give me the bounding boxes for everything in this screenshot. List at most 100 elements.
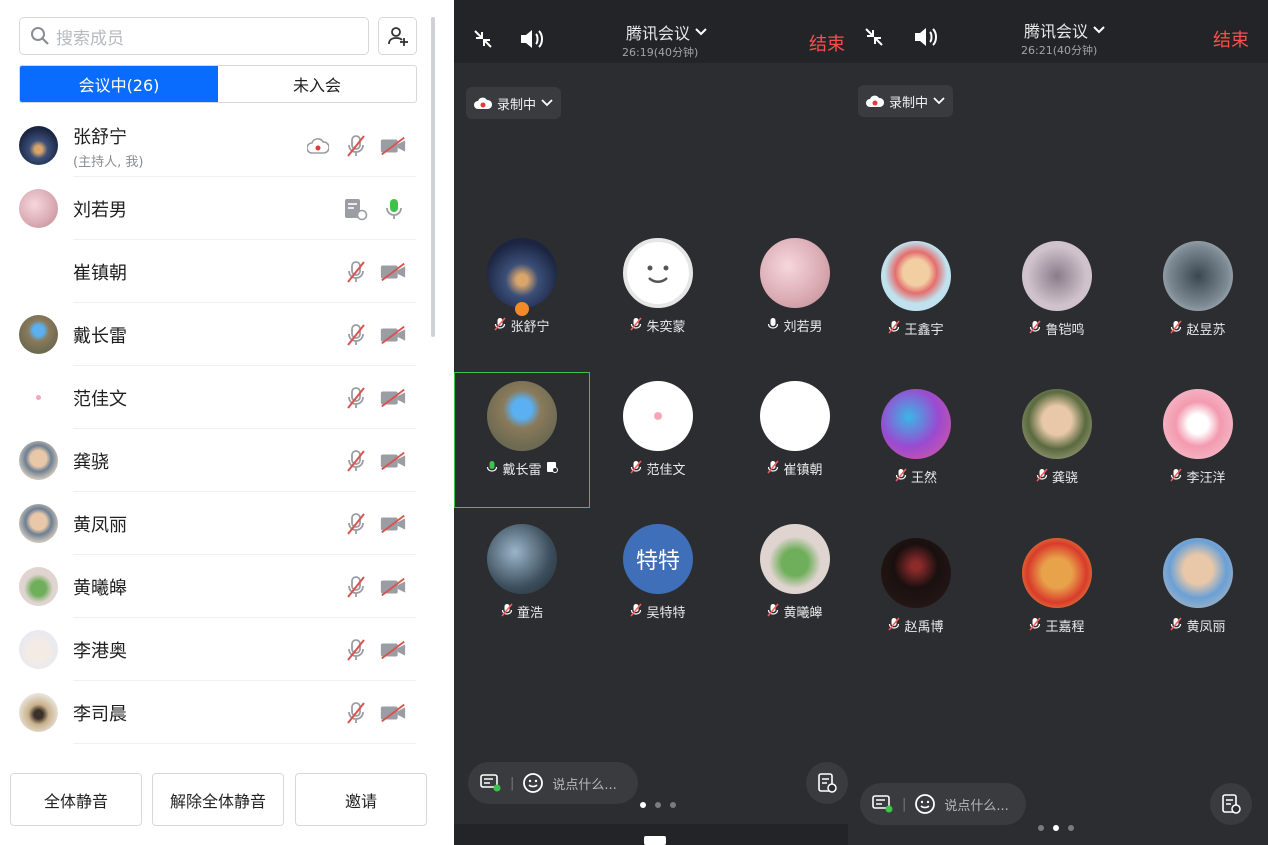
page-dot	[655, 802, 661, 808]
mic-muted-icon[interactable]	[342, 448, 370, 474]
camera-off-icon[interactable]	[379, 700, 407, 726]
chat-bar[interactable]: | 说点什么...	[468, 762, 638, 804]
participant-tile[interactable]: 崔镇朝	[727, 381, 848, 478]
search-icon	[31, 27, 49, 45]
mic-muted-icon[interactable]	[342, 637, 370, 663]
participant-label: 戴长雷	[455, 459, 589, 478]
participant-tile[interactable]: 张舒宁	[454, 238, 590, 335]
participant-name: 黄曦皞	[783, 606, 823, 621]
search-input[interactable]: 搜索成员	[19, 17, 369, 55]
camera-off-icon[interactable]	[379, 637, 407, 663]
mic-on-icon[interactable]	[380, 196, 408, 222]
participant-tile[interactable]: 王鑫宇	[848, 241, 984, 338]
camera-off-icon[interactable]	[379, 259, 407, 285]
participant-tile[interactable]: 李汪洋	[1130, 389, 1266, 486]
member-row[interactable]: 李港奥	[0, 618, 430, 681]
mic-muted-icon[interactable]	[342, 574, 370, 600]
camera-off-icon[interactable]	[379, 511, 407, 537]
member-row[interactable]: 刘若男	[0, 177, 430, 240]
add-user-button[interactable]	[378, 17, 417, 55]
participant-tile[interactable]: 童浩	[454, 524, 590, 621]
emoji-icon[interactable]	[522, 772, 544, 794]
mic-muted-icon[interactable]	[342, 322, 370, 348]
member-row[interactable]: 黄凤丽	[0, 492, 430, 555]
camera-off-icon[interactable]	[379, 574, 407, 600]
mic-muted-icon	[501, 603, 513, 621]
meeting-top-bar: 腾讯会议 26:21(40分钟) 结束	[848, 0, 1268, 63]
participant-tile[interactable]: 范佳文	[590, 381, 726, 478]
speaker-icon[interactable]	[519, 28, 545, 54]
camera-off-icon[interactable]	[379, 322, 407, 348]
chat-placeholder: 说点什么...	[552, 777, 617, 793]
participant-label: 赵禹博	[848, 616, 984, 635]
end-meeting-button[interactable]: 结束	[1213, 26, 1249, 52]
participant-tile[interactable]: 鲁铠鸣	[989, 241, 1125, 338]
camera-off-icon[interactable]	[379, 448, 407, 474]
mic-muted-icon[interactable]	[342, 511, 370, 537]
member-row[interactable]: 崔镇朝	[0, 240, 430, 303]
avatar	[19, 567, 58, 606]
camera-off-icon[interactable]	[379, 385, 407, 411]
participant-tile[interactable]: 朱奕蒙	[590, 238, 726, 335]
mic-muted-icon[interactable]	[342, 700, 370, 726]
participant-name: 李汪洋	[1186, 471, 1226, 486]
tab-not-joined[interactable]: 未入会	[218, 66, 416, 102]
member-row[interactable]: 黄曦皞	[0, 555, 430, 618]
member-row[interactable]: 戴长雷	[0, 303, 430, 366]
speaker-icon[interactable]	[913, 26, 939, 52]
recording-badge[interactable]: 录制中	[466, 87, 562, 119]
member-row[interactable]: 李司晨	[0, 681, 430, 744]
participant-name: 崔镇朝	[783, 463, 823, 478]
minimize-icon[interactable]	[472, 28, 494, 54]
recording-badge[interactable]: 录制中	[858, 85, 954, 117]
unmute-all-button[interactable]: 解除全体静音	[152, 773, 284, 826]
recording-label: 录制中	[889, 95, 929, 111]
participant-tile[interactable]: 特特 吴特特	[590, 524, 726, 621]
participant-tile[interactable]: 王嘉程	[989, 538, 1125, 635]
avatar	[19, 441, 58, 480]
document-icon	[818, 773, 837, 793]
participant-tile[interactable]: 赵禹博	[848, 538, 984, 635]
chat-bar[interactable]: | 说点什么...	[860, 783, 1026, 825]
participant-avatar	[1163, 538, 1233, 608]
cloud-record-icon	[866, 95, 884, 107]
meeting-title[interactable]: 腾讯会议	[626, 20, 708, 44]
participant-tile[interactable]: 王然	[848, 389, 984, 486]
end-meeting-button[interactable]: 结束	[809, 30, 845, 56]
member-row[interactable]: 龚骁	[0, 429, 430, 492]
notes-button[interactable]	[1210, 783, 1252, 825]
participant-tile[interactable]: 黄曦皞	[727, 524, 848, 621]
mic-muted-icon	[1170, 617, 1183, 635]
mute-all-button[interactable]: 全体静音	[10, 773, 142, 826]
minimize-icon[interactable]	[863, 26, 885, 52]
participant-label: 童浩	[454, 602, 590, 621]
avatar	[19, 504, 58, 543]
participant-tile[interactable]: 黄凤丽	[1130, 538, 1266, 635]
member-row[interactable]: 张舒宁 (主持人, 我)	[0, 114, 430, 177]
notes-button[interactable]	[806, 762, 848, 804]
share-screen-icon[interactable]	[644, 836, 666, 845]
meeting-timer: 26:19(40分钟)	[622, 46, 699, 59]
participant-tile[interactable]: 刘若男	[727, 238, 848, 335]
avatar	[19, 378, 58, 417]
meeting-view-1: 腾讯会议 26:19(40分钟) 结束 录制中 张舒宁 朱奕蒙 刘若男戴长雷 范佳文 崔…	[454, 0, 848, 845]
participant-avatar	[760, 381, 830, 451]
mic-muted-icon	[630, 460, 643, 478]
scrollbar[interactable]	[431, 17, 435, 337]
participant-tile[interactable]: 戴长雷	[454, 372, 590, 508]
mic-muted-icon	[895, 468, 907, 486]
meeting-title[interactable]: 腾讯会议	[1024, 18, 1106, 42]
participant-tile[interactable]: 赵昱苏	[1130, 241, 1266, 338]
member-row[interactable]: 范佳文	[0, 366, 430, 429]
mic-muted-icon[interactable]	[342, 385, 370, 411]
mic-muted-icon[interactable]	[342, 133, 370, 159]
mic-muted-icon[interactable]	[342, 259, 370, 285]
participant-name: 赵禹博	[904, 620, 944, 635]
tab-in-meeting[interactable]: 会议中(26)	[20, 66, 218, 102]
emoji-icon[interactable]	[914, 793, 936, 815]
invite-button[interactable]: 邀请	[295, 773, 427, 826]
document-icon	[546, 461, 558, 477]
camera-off-icon[interactable]	[379, 133, 407, 159]
mic-muted-icon	[1170, 320, 1183, 338]
participant-tile[interactable]: 龚骁	[989, 389, 1125, 486]
